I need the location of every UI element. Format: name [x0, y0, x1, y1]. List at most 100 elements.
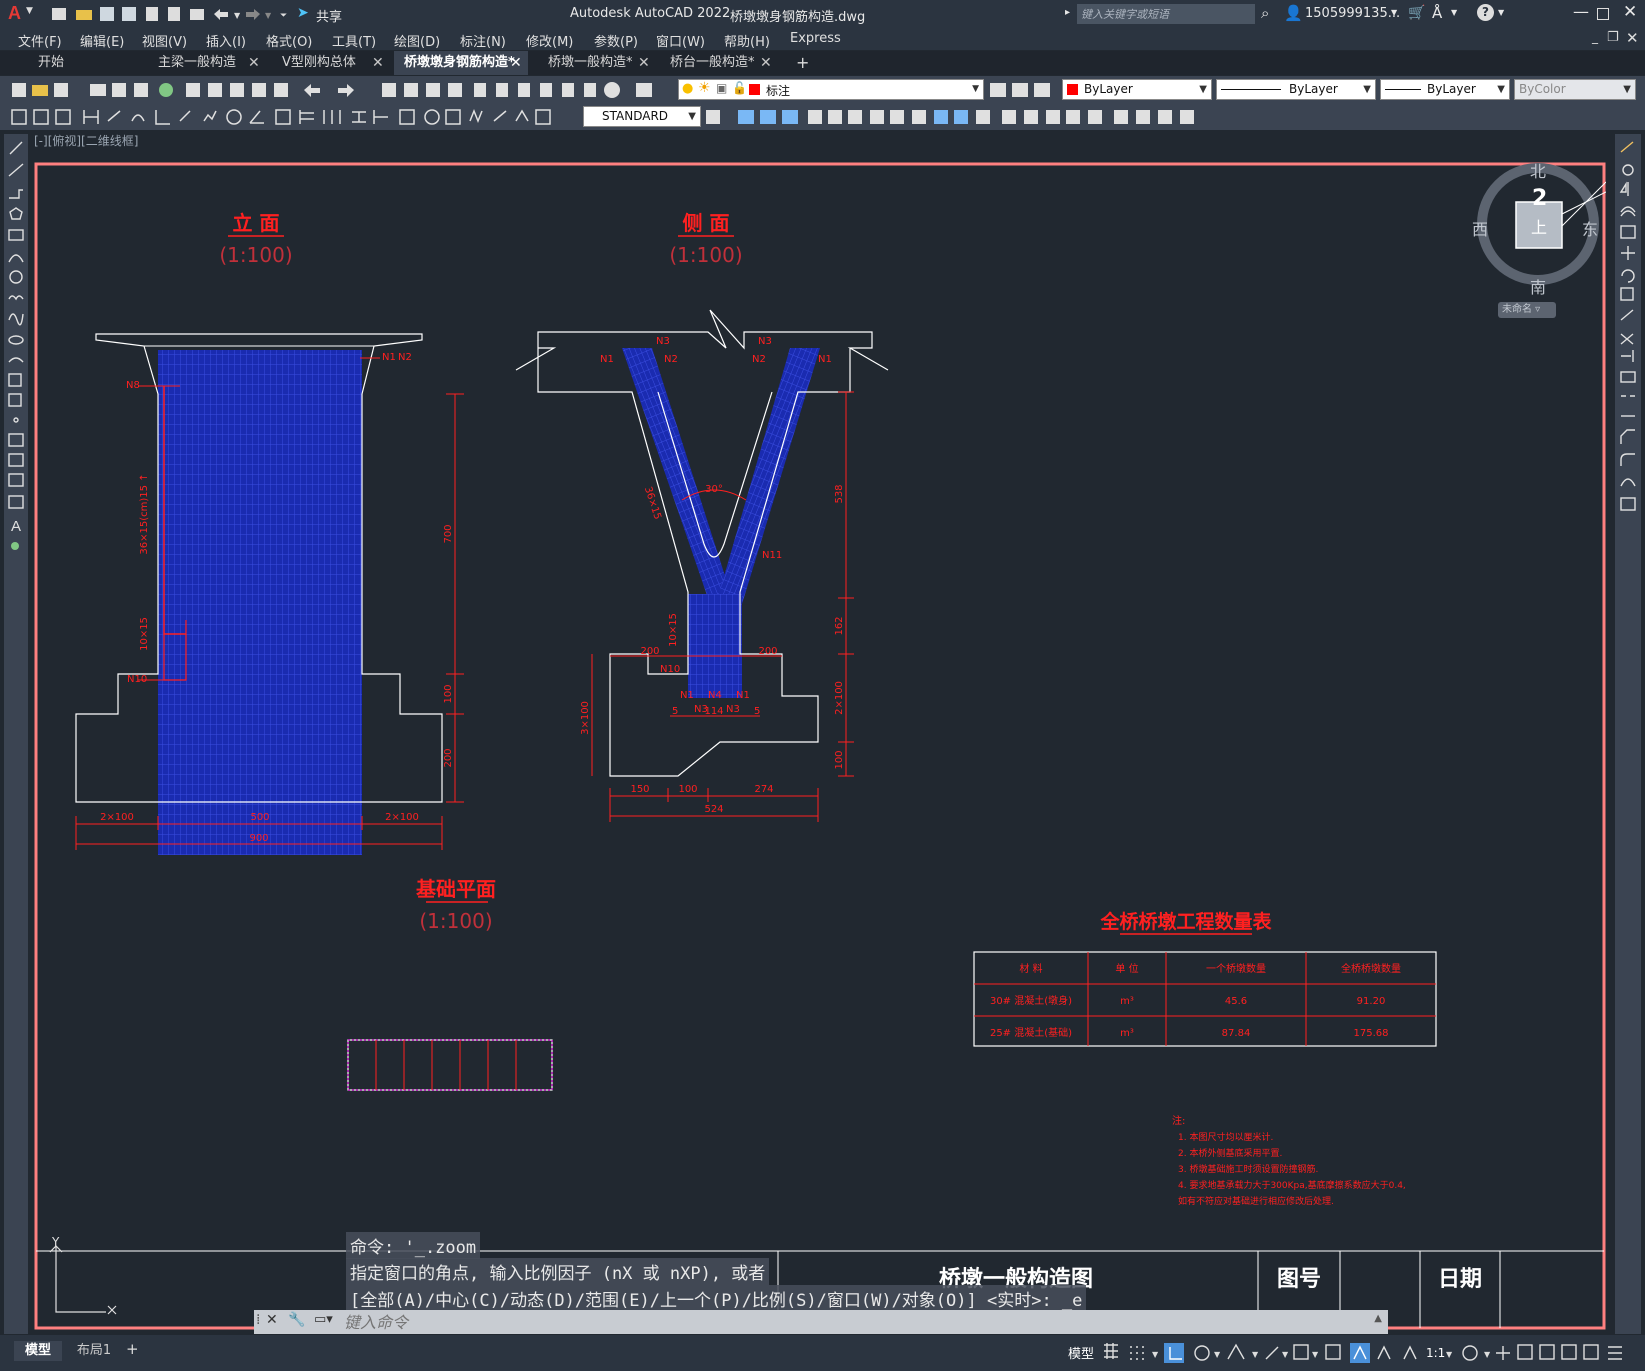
- drawing-area[interactable]: [-][俯视][二维线框] 立 面 (1:100) N8 N1 N2 N10 3…: [30, 134, 1612, 1334]
- file-title: 桥墩墩身钢筋构造.dwg: [730, 10, 866, 25]
- doc-restore-button[interactable]: ❐: [1607, 30, 1619, 45]
- rectangle-icon: [8, 229, 24, 241]
- doc-minimize-button[interactable]: _: [1592, 30, 1598, 44]
- plotstyle-dropdown[interactable]: ByColor ▼: [1514, 79, 1636, 100]
- blend-icon: [1620, 478, 1636, 487]
- lineweight-dropdown[interactable]: ByLayer ▼: [1380, 79, 1510, 100]
- chevron-down-icon[interactable]: ▼: [1497, 80, 1505, 99]
- menu-express[interactable]: Express: [790, 31, 841, 46]
- new-tab-button[interactable]: +: [796, 53, 809, 72]
- scale-icon: [1620, 287, 1634, 301]
- viewcube-top-face[interactable]: 上: [1531, 214, 1547, 238]
- tab-close-icon[interactable]: ✕: [638, 51, 650, 75]
- user-icon[interactable]: 👤: [1284, 4, 1303, 22]
- command-grip-icon[interactable]: ⁞: [256, 1312, 260, 1328]
- menu-file[interactable]: 文件(F): [18, 31, 62, 50]
- menu-window[interactable]: 窗口(W): [656, 31, 705, 50]
- help-chevron-icon[interactable]: ▼: [1498, 8, 1504, 17]
- menu-tools[interactable]: 工具(T): [332, 31, 376, 50]
- viewcube[interactable]: 北 南 西 东 上 2: [1470, 162, 1607, 298]
- dimstyle-dropdown[interactable]: STANDARD ▼: [583, 106, 701, 127]
- maximize-button[interactable]: [1597, 8, 1609, 20]
- menu-insert[interactable]: 插入(I): [206, 31, 246, 50]
- search-arrow-icon[interactable]: ▸: [1065, 7, 1070, 18]
- tab-close-icon[interactable]: ✕: [372, 51, 384, 75]
- note-line: 4. 要求地基承载力大于300Kpa,基底摩擦系数应大于0.4,: [1178, 1179, 1406, 1191]
- lightbulb-icon[interactable]: ●: [682, 81, 693, 96]
- share-icon[interactable]: ➤: [297, 5, 309, 21]
- status-bar: 模型 布局1 + 模型 ▼ ▼ ▼ ▼ ▼ 1:1 ▼ ▼: [0, 1335, 1645, 1371]
- elev-dim-2x100-right: 2×100: [385, 812, 419, 823]
- search-icon[interactable]: ⌕: [1261, 4, 1269, 22]
- color-dropdown[interactable]: ByLayer ▼: [1062, 79, 1212, 100]
- doc-close-button[interactable]: ✕: [1626, 29, 1639, 47]
- chevron-down-icon[interactable]: ▼: [972, 84, 979, 94]
- help-icon[interactable]: ?: [1477, 4, 1494, 21]
- revolve-icon: [1158, 110, 1172, 124]
- autocad-logo-icon[interactable]: A: [8, 3, 21, 24]
- menu-help[interactable]: 帮助(H): [724, 31, 770, 50]
- search-input[interactable]: 键入关键字或短语: [1077, 4, 1255, 24]
- fillet-icon: [1024, 110, 1038, 124]
- viewport-freeze-icon[interactable]: ▣: [716, 81, 727, 95]
- menu-format[interactable]: 格式(O): [266, 31, 312, 50]
- chamfer-icon: [1620, 429, 1635, 444]
- svg-text:▼: ▼: [234, 11, 241, 20]
- minimize-button[interactable]: —: [1573, 2, 1589, 21]
- chevron-down-icon[interactable]: ▼: [1199, 80, 1207, 99]
- customize-wrench-icon[interactable]: 🔧: [288, 1312, 305, 1328]
- baseline-icon: [299, 110, 314, 124]
- share-button[interactable]: 共享: [316, 6, 342, 25]
- isolate-objects-icon: [1561, 1344, 1577, 1360]
- menu-dimension[interactable]: 标注(N): [460, 31, 506, 50]
- command-history-up-icon[interactable]: ▲: [1374, 1313, 1382, 1324]
- side-spacing-2: 10×15: [668, 613, 679, 647]
- viewcube-south-label[interactable]: 南: [1530, 274, 1546, 298]
- lock-icon[interactable]: 🔓: [732, 81, 747, 95]
- tab-pier-rebar[interactable]: 桥墩墩身钢筋构造*: [394, 51, 528, 75]
- chevron-down-icon[interactable]: ▼: [688, 107, 696, 126]
- note-line: 1. 本图尺寸均以厘米计.: [1178, 1131, 1273, 1143]
- table-cell: 25# 混凝土(基础): [990, 1026, 1072, 1039]
- cart-icon[interactable]: 🛒: [1408, 5, 1425, 21]
- user-name[interactable]: 1505999135...: [1305, 6, 1400, 21]
- chevron-down-icon[interactable]: ▼: [1623, 80, 1631, 99]
- model-space-button[interactable]: 模型: [1068, 1343, 1094, 1362]
- add-layout-button[interactable]: +: [126, 1340, 139, 1358]
- tab-close-icon[interactable]: ✕: [510, 51, 522, 75]
- user-chevron-icon[interactable]: ▼: [1391, 8, 1397, 17]
- menu-edit[interactable]: 编辑(E): [80, 31, 124, 50]
- annotation-monitor-icon: [1496, 1346, 1510, 1360]
- autodesk-a360-icon[interactable]: Å: [1432, 4, 1442, 22]
- app-menu-chevron-icon[interactable]: ▼: [26, 6, 33, 16]
- linetype-dropdown[interactable]: ByLayer ▼: [1216, 79, 1376, 100]
- ucs-menu-button[interactable]: 未命名 ▿: [1498, 302, 1556, 318]
- close-command-icon[interactable]: ✕: [266, 1312, 278, 1328]
- menu-draw[interactable]: 绘图(D): [394, 31, 440, 50]
- menu-modify[interactable]: 修改(M): [526, 31, 573, 50]
- layer-tools-icons: [990, 83, 1050, 97]
- tab-close-icon[interactable]: ✕: [760, 51, 772, 75]
- recent-commands-icon[interactable]: ▭▾: [314, 1312, 333, 1327]
- layer-dropdown[interactable]: ● ☀ ▣ 🔓 标注 ▼: [678, 79, 984, 100]
- tab-close-icon[interactable]: ✕: [248, 51, 260, 75]
- viewcube-west-label[interactable]: 西: [1472, 216, 1488, 240]
- a360-chevron-icon[interactable]: ▼: [1451, 8, 1457, 17]
- viewcube-number: 2: [1532, 186, 1548, 211]
- viewcube-east-label[interactable]: 东: [1582, 216, 1598, 240]
- svg-text:▼: ▼: [1152, 1350, 1159, 1359]
- elev-dim-200: 200: [443, 748, 454, 767]
- tab-start[interactable]: 开始: [28, 51, 146, 75]
- save-icon: [100, 7, 114, 21]
- continue-icon: [323, 110, 341, 124]
- chevron-down-icon[interactable]: ▼: [1363, 80, 1371, 99]
- tab-model[interactable]: 模型: [14, 1341, 62, 1361]
- sun-freeze-icon[interactable]: ☀: [698, 80, 711, 96]
- menu-view[interactable]: 视图(V): [142, 31, 187, 50]
- viewcube-north-label[interactable]: 北: [1530, 158, 1546, 182]
- menu-parametric[interactable]: 参数(P): [594, 31, 638, 50]
- command-input[interactable]: [344, 1311, 1374, 1333]
- tab-layout1[interactable]: 布局1: [66, 1341, 122, 1361]
- drawing-svg: 立 面 (1:100) N8 N1 N2 N10 36×15(cm)15 ↑ 1…: [34, 162, 1606, 1330]
- close-button[interactable]: ✕: [1623, 2, 1637, 22]
